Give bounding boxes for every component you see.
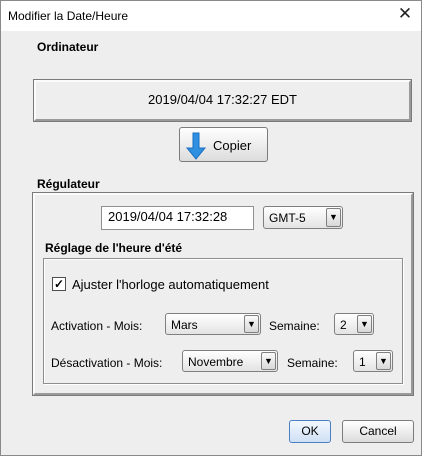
dialog-window: Modifier la Date/Heure ✕ Ordinateur 2019… (0, 0, 422, 456)
ordinateur-label: Ordinateur (37, 40, 99, 54)
activation-month-value: Mars (171, 318, 198, 332)
ordinateur-box: 2019/04/04 17:32:27 EDT (33, 79, 412, 122)
window-title: Modifier la Date/Heure (8, 9, 129, 23)
copy-button[interactable]: Copier (179, 127, 268, 162)
activation-month-label: Activation - Mois: (51, 319, 143, 333)
chevron-down-icon: ▼ (357, 315, 372, 333)
auto-adjust-label: Ajuster l'horloge automatiquement (72, 277, 269, 292)
ok-button[interactable]: OK (289, 420, 331, 443)
activation-week-select[interactable]: 2 ▼ (334, 313, 374, 335)
copy-button-label: Copier (213, 138, 252, 153)
deactivation-month-select[interactable]: Novembre ▼ (182, 350, 278, 372)
chevron-down-icon: ▼ (244, 315, 259, 333)
close-icon[interactable]: ✕ (397, 5, 413, 23)
activation-week-value: 2 (340, 318, 347, 332)
deactivation-week-value: 1 (359, 355, 366, 369)
dst-label: Réglage de l'heure d'été (45, 241, 183, 255)
regulator-datetime-field[interactable]: 2019/04/04 17:32:28 (101, 206, 254, 230)
deactivation-week-select[interactable]: 1 ▼ (353, 350, 393, 372)
chevron-down-icon: ▼ (261, 352, 276, 370)
deactivation-month-label: Désactivation - Mois: (51, 356, 163, 370)
title-bar: Modifier la Date/Heure ✕ (1, 1, 421, 31)
arrow-down-icon (185, 132, 207, 160)
timezone-select[interactable]: GMT-5 ▼ (263, 206, 343, 229)
deactivation-month-value: Novembre (188, 355, 244, 369)
chevron-down-icon: ▼ (326, 208, 341, 227)
auto-adjust-checkbox[interactable]: ✓ (52, 277, 66, 291)
cancel-button[interactable]: Cancel (342, 420, 414, 443)
activation-month-select[interactable]: Mars ▼ (165, 313, 261, 335)
activation-week-label: Semaine: (269, 319, 320, 333)
timezone-value: GMT-5 (269, 211, 306, 225)
computer-datetime: 2019/04/04 17:32:27 EDT (148, 92, 297, 107)
chevron-down-icon: ▼ (376, 352, 391, 370)
regulateur-label: Régulateur (37, 177, 100, 191)
deactivation-week-label: Semaine: (287, 356, 338, 370)
